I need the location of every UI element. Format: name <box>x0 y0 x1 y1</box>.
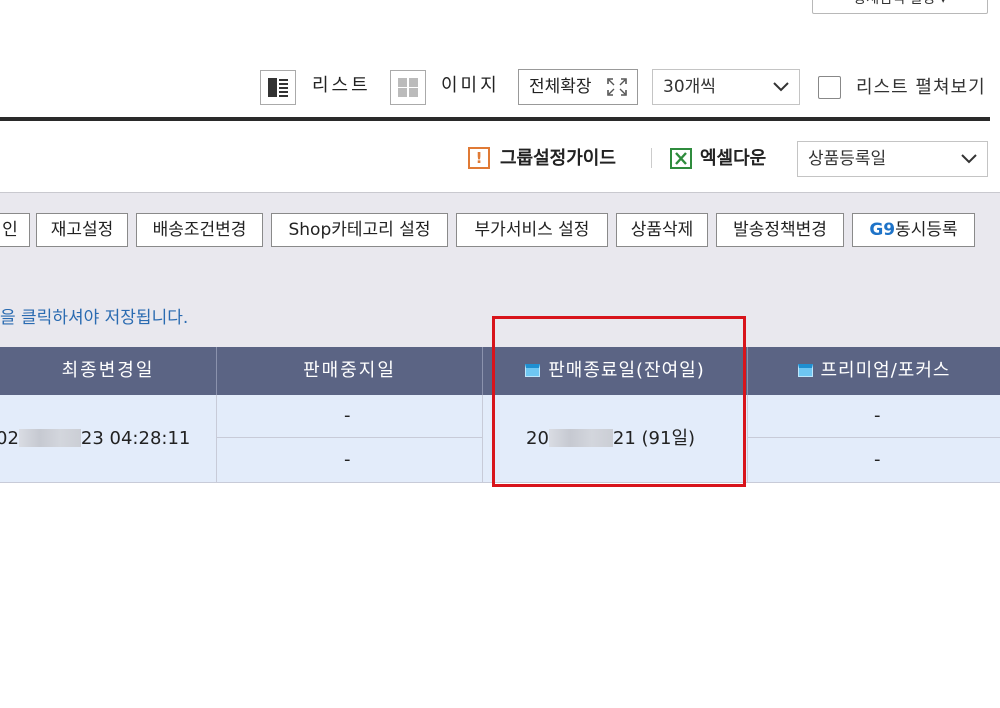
sort-select[interactable]: 상품등록일 <box>797 141 988 177</box>
highlight-box <box>492 316 746 487</box>
grid-view-icon <box>398 78 418 97</box>
chevron-down-icon <box>961 154 977 164</box>
premium-value-2: - <box>874 449 881 470</box>
col-premium-label: 프리미엄/포커스 <box>820 360 951 381</box>
last-modified-prefix: 02 <box>0 428 19 449</box>
delete-product-button[interactable]: 상품삭제 <box>616 213 708 247</box>
unfold-list-label[interactable]: 리스트 펼쳐보기 <box>856 74 986 102</box>
col-sale-stop: 판매중지일 <box>217 347 482 395</box>
list-view-icon <box>268 78 288 97</box>
last-modified-suffix: 23 04:28:11 <box>80 428 191 449</box>
per-page-value: 30개씩 <box>663 77 716 97</box>
expand-all-label: 전체확장 <box>529 77 592 97</box>
cell-divider <box>482 395 483 482</box>
extra-service-button[interactable]: 부가서비스 설정 <box>456 213 608 247</box>
expand-icon <box>607 78 627 96</box>
col-premium[interactable]: 프리미엄/포커스 <box>748 347 1000 395</box>
g9-register-button[interactable]: G9동시등록 <box>852 213 975 247</box>
unfold-list-checkbox[interactable] <box>818 76 841 99</box>
list-view-label: 리스트 <box>312 75 371 96</box>
search-settings-button[interactable]: 상세검색 설정 ▾ <box>812 0 988 14</box>
col-last-modified-label: 최종변경일 <box>61 360 155 381</box>
header-divider <box>747 347 748 395</box>
section-divider <box>0 117 990 121</box>
image-view-label: 이미지 <box>441 75 500 96</box>
last-modified-value: 02 23 04:28:11 <box>0 427 190 451</box>
per-page-select[interactable]: 30개씩 <box>652 69 800 105</box>
sale-stop-value-2: - <box>344 449 351 470</box>
g9-suffix: 동시등록 <box>895 220 958 240</box>
save-notice: 을 클릭하셔야 저장됩니다. <box>0 308 189 328</box>
stock-settings-button[interactable]: 재고설정 <box>36 213 128 247</box>
divider <box>651 148 652 168</box>
partial-button[interactable]: 인 <box>0 213 30 247</box>
list-view-button[interactable] <box>260 70 296 105</box>
image-view-button[interactable] <box>390 70 426 105</box>
col-last-modified: 최종변경일 <box>0 347 216 395</box>
sort-value: 상품등록일 <box>808 149 887 169</box>
excel-icon[interactable] <box>670 148 692 169</box>
shipping-condition-button[interactable]: 배송조건변경 <box>136 213 263 247</box>
group-settings-guide-link[interactable]: 그룹설정가이드 <box>500 145 616 173</box>
cell-divider <box>216 395 217 482</box>
cell-divider <box>217 437 482 438</box>
col-sale-stop-label: 판매중지일 <box>303 360 396 381</box>
exclamation-icon[interactable]: ! <box>468 147 490 169</box>
g9-prefix: G9 <box>869 220 896 240</box>
expand-all-button[interactable]: 전체확장 <box>518 69 638 105</box>
shop-category-button[interactable]: Shop카테고리 설정 <box>271 213 448 247</box>
redacted-block <box>18 429 81 447</box>
premium-value-1: - <box>874 405 881 426</box>
cell-divider <box>747 395 748 482</box>
chevron-down-icon <box>773 82 789 92</box>
calendar-icon[interactable] <box>797 364 813 377</box>
excel-download-link[interactable]: 엑셀다운 <box>700 145 766 173</box>
cell-divider <box>748 437 1000 438</box>
header-divider <box>216 347 217 395</box>
sale-stop-value-1: - <box>344 405 351 426</box>
ship-policy-button[interactable]: 발송정책변경 <box>716 213 844 247</box>
header-divider <box>482 347 483 395</box>
